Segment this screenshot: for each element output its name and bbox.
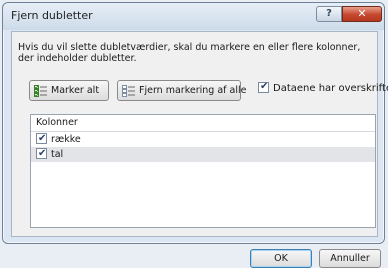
columns-list-header: Kolonner <box>31 115 375 132</box>
column-label: række <box>51 134 81 145</box>
unselect-all-label: Fjern markering af alle <box>139 85 247 96</box>
column-row-tal[interactable]: tal <box>31 146 375 162</box>
select-all-label: Marker alt <box>51 85 100 96</box>
unselect-all-button[interactable]: Fjern markering af alle <box>117 80 246 101</box>
remove-duplicates-dialog: Fjern dubletter ? ✕ Hvis du vil slette d… <box>2 2 388 268</box>
columns-list[interactable]: Kolonner række tal <box>30 114 376 228</box>
cancel-button[interactable]: Annuller <box>319 249 381 268</box>
title-bar[interactable]: Fjern dubletter ? ✕ <box>3 3 384 30</box>
help-button[interactable]: ? <box>316 6 342 22</box>
close-button[interactable]: ✕ <box>342 6 382 22</box>
has-headers-check-icon[interactable] <box>258 80 269 94</box>
dialog-title: Fjern dubletter <box>11 9 93 22</box>
column-checkbox[interactable] <box>36 131 47 146</box>
unselect-all-icon <box>122 84 135 97</box>
ok-button[interactable]: OK <box>250 249 312 268</box>
select-all-icon <box>34 84 47 97</box>
has-headers-checkbox[interactable]: Dataene har overskrifter <box>258 80 388 96</box>
select-all-button[interactable]: Marker alt <box>29 80 109 101</box>
column-label: tal <box>51 149 64 160</box>
column-checkbox[interactable] <box>36 146 47 161</box>
column-row-raekke[interactable]: række <box>31 131 375 147</box>
has-headers-label: Dataene har overskrifter <box>273 83 388 94</box>
dialog-content: Hvis du vil slette dubletværdier, skal d… <box>11 31 388 268</box>
description-text: Hvis du vil slette dubletværdier, skal d… <box>18 42 361 64</box>
